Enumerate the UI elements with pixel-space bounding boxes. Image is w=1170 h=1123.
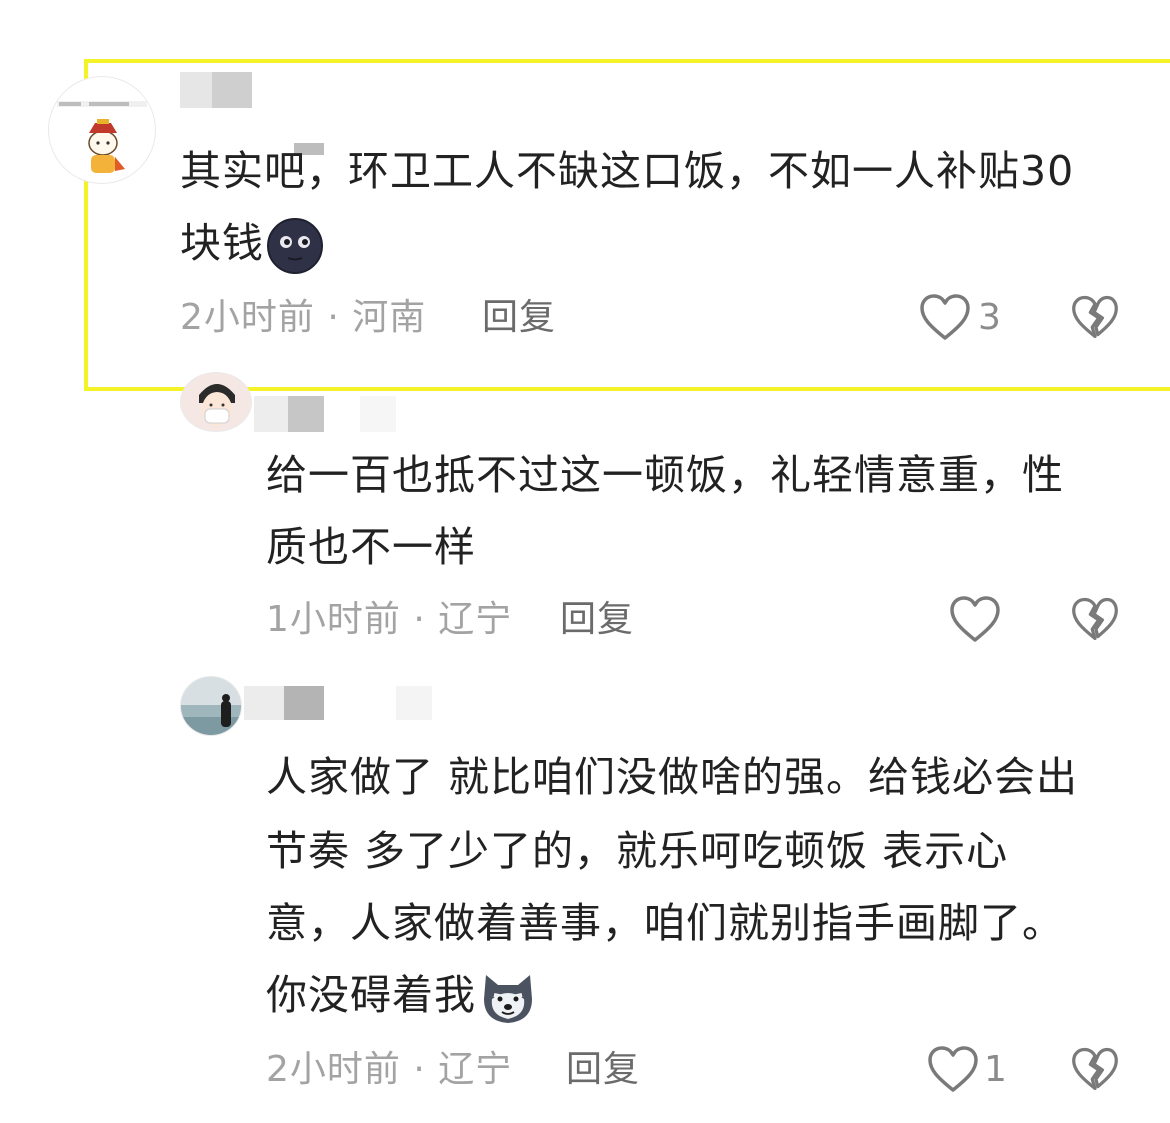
- masked-boy-avatar-image: [181, 373, 251, 431]
- meta-separator: ·: [314, 297, 353, 338]
- like-button[interactable]: [948, 594, 1002, 644]
- avatar[interactable]: [180, 676, 242, 736]
- username-blurred: [244, 686, 324, 720]
- dislike-button[interactable]: [1070, 1044, 1120, 1094]
- reply-button[interactable]: 回复: [560, 600, 634, 640]
- heart-outline-icon: [928, 1046, 978, 1092]
- username-blurred: [254, 396, 324, 432]
- avatar[interactable]: [180, 372, 252, 432]
- comment-text-line: 意，人家做着善事，咱们就别指手画脚了。: [266, 899, 1064, 947]
- meta-separator: ·: [400, 599, 439, 640]
- comment-text-line: 节奏 多了少了的，就乐呵吃顿饭 表示心: [266, 827, 1009, 875]
- comment-text-line: 块钱: [180, 206, 324, 280]
- comment-text-line: 其实吧，环卫工人不缺这口饭，不如一人补贴30: [180, 147, 1075, 195]
- broken-heart-icon: [1072, 295, 1118, 339]
- comment-text-line: 人家做了 就比咱们没做啥的强。给钱必会出: [266, 753, 1079, 801]
- meta-separator: ·: [400, 1049, 439, 1090]
- comment-meta: 1小时前 · 辽宁: [266, 600, 512, 640]
- heart-outline-icon: [920, 294, 970, 340]
- username-blurred: [360, 396, 396, 432]
- timestamp: 2小时前: [266, 1049, 401, 1090]
- new-moon-face-emoji: [266, 217, 324, 275]
- location: 辽宁: [438, 1049, 513, 1090]
- seaside-person-avatar-image: [181, 677, 241, 735]
- timestamp: 1小时前: [266, 599, 401, 640]
- comment-text-line: 给一百也抵不过这一顿饭，礼轻情意重，性: [266, 451, 1064, 499]
- avatar[interactable]: [48, 76, 156, 184]
- doge-emoji: [478, 969, 538, 1027]
- cartoon-cat-avatar-image: [57, 101, 147, 173]
- reply-button[interactable]: 回复: [566, 1050, 640, 1090]
- heart-outline-icon: [950, 596, 1000, 642]
- like-button[interactable]: [926, 1044, 980, 1094]
- comment-meta: 2小时前 · 辽宁: [266, 1050, 512, 1090]
- username-blurred: [396, 686, 432, 720]
- location: 辽宁: [438, 599, 513, 640]
- comment-text-fragment: 你没碍着我: [266, 971, 476, 1019]
- location: 河南: [352, 297, 427, 338]
- comment-text-line: 你没碍着我: [266, 958, 538, 1032]
- dislike-button[interactable]: [1070, 292, 1120, 342]
- reply-button[interactable]: 回复: [482, 298, 556, 338]
- broken-heart-icon: [1072, 597, 1118, 641]
- username-blurred: [180, 72, 252, 108]
- broken-heart-icon: [1072, 1047, 1118, 1091]
- comment-text-line: 质也不一样: [266, 523, 476, 571]
- dislike-button[interactable]: [1070, 594, 1120, 644]
- like-count: 1: [984, 1049, 1007, 1090]
- timestamp: 2小时前: [180, 297, 315, 338]
- comment-text-fragment: 块钱: [180, 219, 264, 267]
- like-button[interactable]: [918, 292, 972, 342]
- comment-meta: 2小时前 · 河南: [180, 298, 426, 338]
- like-count: 3: [978, 297, 1001, 338]
